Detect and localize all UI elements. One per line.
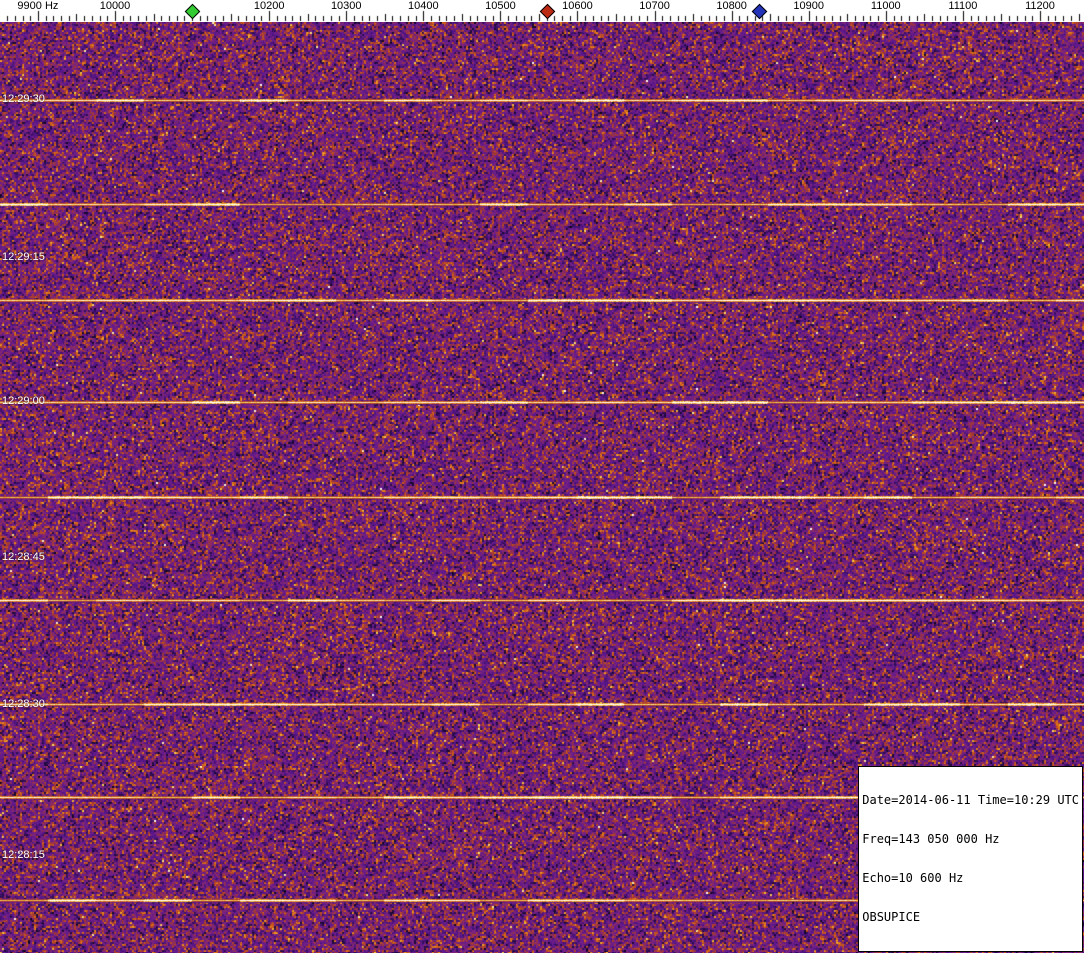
time-tick-label: 12:28:15 [2,849,45,861]
freq-tick-label: 10300 [330,0,362,12]
info-station-line: OBSUPICE [862,910,921,924]
time-tick-label: 12:28:45 [2,551,45,563]
status-info-box: Date=2014-06-11 Time=10:29 UTC Freq=143 … [858,766,1083,952]
freq-tick-label: 10400 [408,0,439,12]
freq-tick-label: 10700 [639,0,670,12]
freq-tick-label: 10200 [253,0,285,12]
time-tick-label: 12:28:30 [2,698,45,710]
freq-tick-label: 10000 [99,0,131,12]
time-tick-label: 12:29:15 [2,251,45,263]
waterfall-spectrogram-window: 9900 Hz 10000 10200 10300 10400 10500 10600 107… [0,0,1084,953]
info-freq-line: Freq=143 050 000 Hz [862,832,1000,846]
freq-tick-label: 11100 [948,0,978,12]
info-echo-line: Echo=10 600 Hz [862,871,964,885]
freq-tick-label: 10900 [793,0,825,12]
time-tick-label: 12:29:00 [2,395,45,407]
frequency-axis: 9900 Hz 10000 10200 10300 10400 10500 10600 107… [0,0,1084,22]
freq-tick-label: 10500 [485,0,516,12]
time-tick-label: 12:29:30 [2,93,45,105]
freq-tick-label: 11000 [870,0,901,12]
freq-tick-label: 9900 Hz [17,0,59,12]
freq-tick-label: 10600 [562,0,593,12]
waterfall-area[interactable]: 12:29:30 12:29:15 12:29:00 12:28:45 12:28:30… [0,22,1084,953]
freq-tick-label: 11200 [1025,0,1055,12]
freq-tick-label: 10800 [716,0,747,12]
info-date-line: Date=2014-06-11 Time=10:29 UTC [862,793,1079,807]
